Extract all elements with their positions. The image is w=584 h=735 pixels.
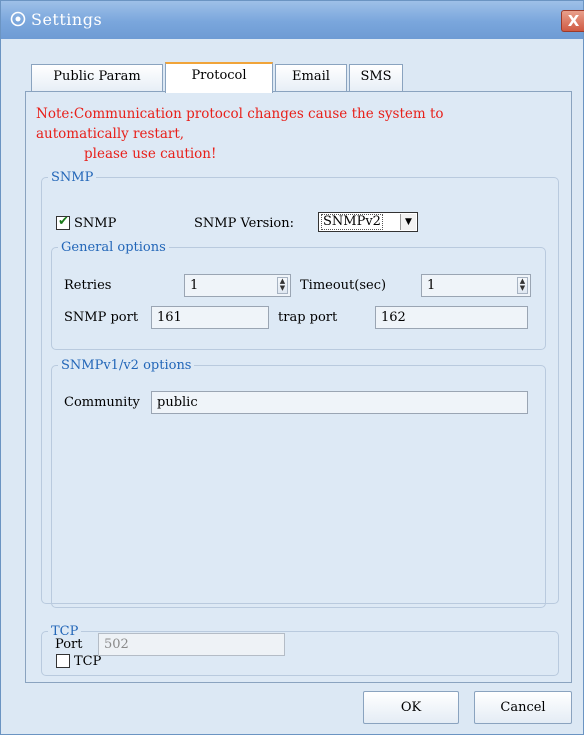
snmp-group: SNMP ✔ SNMP SNMP Version: SNMPv2 ▼ Gener… xyxy=(41,170,559,608)
snmp-checkbox[interactable]: ✔ xyxy=(56,214,70,230)
timeout-spinbox[interactable]: 1 ▲ ▼ xyxy=(421,274,531,297)
snmp-group-title: SNMP xyxy=(51,170,94,185)
retries-spin-icon[interactable]: ▲ ▼ xyxy=(277,277,288,294)
snmpv1v2-options-title: SNMPv1/v2 options xyxy=(61,358,192,373)
protocol-panel: Note:Communication protocol changes caus… xyxy=(25,91,572,683)
snmp-port-field[interactable]: 161 xyxy=(151,306,269,329)
tab-email[interactable]: Email xyxy=(275,64,347,91)
snmp-version-label: SNMP Version: xyxy=(194,216,294,231)
timeout-spin-icon[interactable]: ▲ ▼ xyxy=(517,277,528,294)
settings-dialog: Settings X Public Param Protocol Email S… xyxy=(0,0,584,735)
tab-protocol[interactable]: Protocol xyxy=(165,62,273,93)
tcp-checkbox[interactable] xyxy=(56,654,70,668)
trap-port-label: trap port xyxy=(278,310,338,325)
close-button[interactable]: X xyxy=(561,10,584,32)
tcp-port-field[interactable]: 502 xyxy=(98,633,285,656)
title-bar[interactable]: Settings X xyxy=(1,1,584,39)
general-options-group: General options Retries 1 ▲ ▼ Timeout(sec… xyxy=(51,240,546,350)
general-options-title: General options xyxy=(61,240,166,255)
retries-value: 1 xyxy=(190,278,199,293)
chevron-down-icon[interactable]: ▼ xyxy=(400,214,416,230)
retries-label: Retries xyxy=(64,278,112,293)
window-title: Settings xyxy=(31,10,103,29)
warning-line-2: automatically restart, xyxy=(36,126,185,142)
community-label: Community xyxy=(64,395,140,410)
cancel-button[interactable]: Cancel xyxy=(474,691,572,724)
app-icon xyxy=(10,11,26,27)
retries-spinbox[interactable]: 1 ▲ ▼ xyxy=(184,274,291,297)
tab-sms[interactable]: SMS xyxy=(349,64,403,91)
warning-line-3: please use caution! xyxy=(84,146,217,162)
warning-line-1: Note:Communication protocol changes caus… xyxy=(36,106,444,122)
restart-warning: Note:Communication protocol changes caus… xyxy=(36,104,556,164)
community-field[interactable]: public xyxy=(151,391,528,414)
tcp-checkbox-label: TCP xyxy=(74,654,102,669)
check-icon: ✔ xyxy=(58,214,69,229)
trap-port-field[interactable]: 162 xyxy=(375,306,528,329)
ok-button[interactable]: OK xyxy=(363,691,459,724)
tcp-port-label: Port xyxy=(55,637,83,652)
snmpv1v2-options-group: SNMPv1/v2 options Community public xyxy=(51,358,546,608)
tab-public-param[interactable]: Public Param xyxy=(31,64,163,91)
snmp-version-select[interactable]: SNMPv2 ▼ xyxy=(318,212,418,232)
timeout-label: Timeout(sec) xyxy=(300,278,387,293)
snmp-version-value: SNMPv2 xyxy=(321,214,383,230)
snmp-port-label: SNMP port xyxy=(64,310,139,325)
snmp-checkbox-label: SNMP xyxy=(74,216,117,231)
timeout-value: 1 xyxy=(427,278,436,293)
